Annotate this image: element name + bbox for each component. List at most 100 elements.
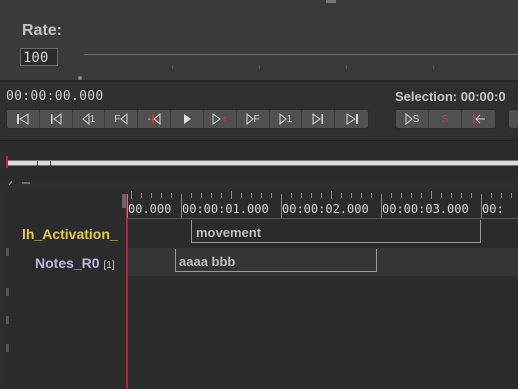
- ruler-minor-tick: [261, 193, 262, 198]
- play-selection-label: +: [221, 113, 228, 125]
- ruler-minor-tick: [171, 193, 172, 198]
- frame-forward-icon: [246, 113, 254, 125]
- clipped-text-fragment: [326, 0, 336, 3]
- annotation-text: movement: [196, 225, 262, 240]
- next-frame-button[interactable]: [302, 110, 336, 128]
- crosshair-cursor[interactable]: [126, 194, 128, 389]
- tier-label: Notes_R0: [35, 255, 100, 271]
- ruler-minor-tick: [291, 193, 292, 198]
- annotation-text: aaaa bbb: [179, 254, 236, 269]
- ruler-minor-tick: [201, 193, 202, 198]
- frame-back-icon: [120, 113, 128, 125]
- step-forward-1-button[interactable]: 1: [270, 110, 303, 128]
- ruler-minor-tick: [471, 193, 472, 198]
- step-forward-1-label: 1: [286, 113, 293, 125]
- divider: [0, 140, 518, 141]
- zoom-icon[interactable]: [8, 180, 32, 186]
- ruler-minor-tick: [391, 193, 392, 198]
- overview-cursor[interactable]: [6, 156, 8, 168]
- tier-name-notes[interactable]: Notes_R0 [1]: [35, 255, 115, 271]
- tier-name-lh-activation[interactable]: lh_Activation_: [22, 226, 118, 242]
- next-frame-icon: [312, 113, 324, 125]
- clear-selection-button[interactable]: S: [429, 110, 462, 128]
- time-ruler: [127, 218, 518, 219]
- ruler-minor-tick: [441, 193, 442, 198]
- media-time-display: 00:00:00.000: [6, 89, 104, 104]
- go-to-begin-button[interactable]: [7, 110, 40, 128]
- tier-child-count: [1]: [103, 260, 115, 271]
- ruler-minor-tick: [321, 193, 322, 198]
- ruler-tick-label: 00:00:03.000: [382, 202, 469, 216]
- play-selection-icon: [212, 113, 221, 125]
- play-button[interactable]: [171, 110, 204, 128]
- transport-button-bar: 1 F - + F 1: [6, 109, 369, 129]
- rate-slider[interactable]: [84, 54, 518, 55]
- left-gutter-marks: [6, 194, 9, 389]
- previous-frame-icon: [50, 113, 62, 125]
- overview-marker: [50, 161, 51, 167]
- ruler-minor-tick: [421, 193, 422, 198]
- ruler-minor-tick: [511, 193, 512, 198]
- ruler-minor-tick: [431, 191, 432, 199]
- ruler-minor-tick: [221, 193, 222, 198]
- ruler-minor-tick: [251, 193, 252, 198]
- ruler-minor-tick: [141, 193, 142, 198]
- ruler-minor-tick: [231, 191, 232, 199]
- go-to-end-button[interactable]: [335, 110, 368, 128]
- ruler-minor-tick: [501, 193, 502, 198]
- tier-label: lh_Activation_: [22, 226, 118, 242]
- step-back-1-button[interactable]: 1: [73, 110, 106, 128]
- previous-frame-button[interactable]: [40, 110, 73, 128]
- play-selection-s-icon: [405, 113, 413, 125]
- overview-marker: [37, 161, 38, 167]
- go-to-begin-icon: [16, 113, 29, 125]
- frame-back-button[interactable]: F: [105, 110, 139, 128]
- ruler-minor-tick: [211, 193, 212, 198]
- rate-slider-ticks: [84, 65, 518, 69]
- ruler-minor-tick: [271, 193, 272, 198]
- ruler-minor-tick: [311, 193, 312, 198]
- ruler-minor-tick: [341, 193, 342, 198]
- more-buttons-edge: [508, 109, 518, 129]
- step-back-1-label: 1: [89, 113, 96, 125]
- frame-forward-label: F: [253, 113, 260, 125]
- selection-label: Selection: 00:00:0: [395, 89, 506, 104]
- clear-selection-label: S: [441, 113, 449, 125]
- time-scroll-track[interactable]: [6, 160, 518, 166]
- selection-button-bar: S S: [395, 109, 496, 129]
- ruler-minor-tick: [461, 193, 462, 198]
- ruler-minor-tick: [301, 193, 302, 198]
- ruler-tick-label: 00:00:02.000: [282, 202, 369, 216]
- ruler-minor-tick: [411, 193, 412, 198]
- frame-forward-button[interactable]: F: [237, 110, 270, 128]
- play-icon: [183, 114, 191, 124]
- ruler-minor-tick: [191, 193, 192, 198]
- ruler-minor-tick: [401, 193, 402, 198]
- ruler-minor-tick: [351, 193, 352, 198]
- previous-boundary-icon: [151, 113, 161, 125]
- ruler-minor-tick: [331, 191, 332, 199]
- ruler-minor-tick: [491, 193, 492, 198]
- play-selection-button[interactable]: +: [204, 110, 237, 128]
- play-selection-s-button[interactable]: S: [396, 110, 429, 128]
- step-forward-icon: [279, 113, 287, 125]
- ruler-tick-label: 00:00:01.000: [182, 202, 269, 216]
- rate-input[interactable]: 100: [20, 48, 58, 66]
- ruler-minor-tick: [241, 193, 242, 198]
- ruler-minor-tick: [361, 193, 362, 198]
- ruler-minor-tick: [451, 193, 452, 198]
- ruler-tick-label: 00:: [482, 202, 504, 216]
- tier-name-column: [6, 194, 128, 389]
- play-selection-s-label: S: [412, 113, 420, 125]
- rate-label: Rate:: [22, 22, 63, 39]
- step-back-icon: [81, 113, 90, 125]
- ruler-tick-label: 00.000: [128, 202, 172, 216]
- selection-left-button[interactable]: [462, 110, 495, 128]
- previous-boundary-button[interactable]: -: [138, 110, 172, 128]
- ruler-minor-tick: [131, 191, 132, 199]
- ruler-minor-tick: [161, 193, 162, 198]
- ruler-minor-tick: [151, 193, 152, 198]
- selection-left-arrow-icon: [472, 114, 485, 124]
- ruler-minor-tick: [371, 193, 372, 198]
- go-to-end-icon: [346, 113, 358, 125]
